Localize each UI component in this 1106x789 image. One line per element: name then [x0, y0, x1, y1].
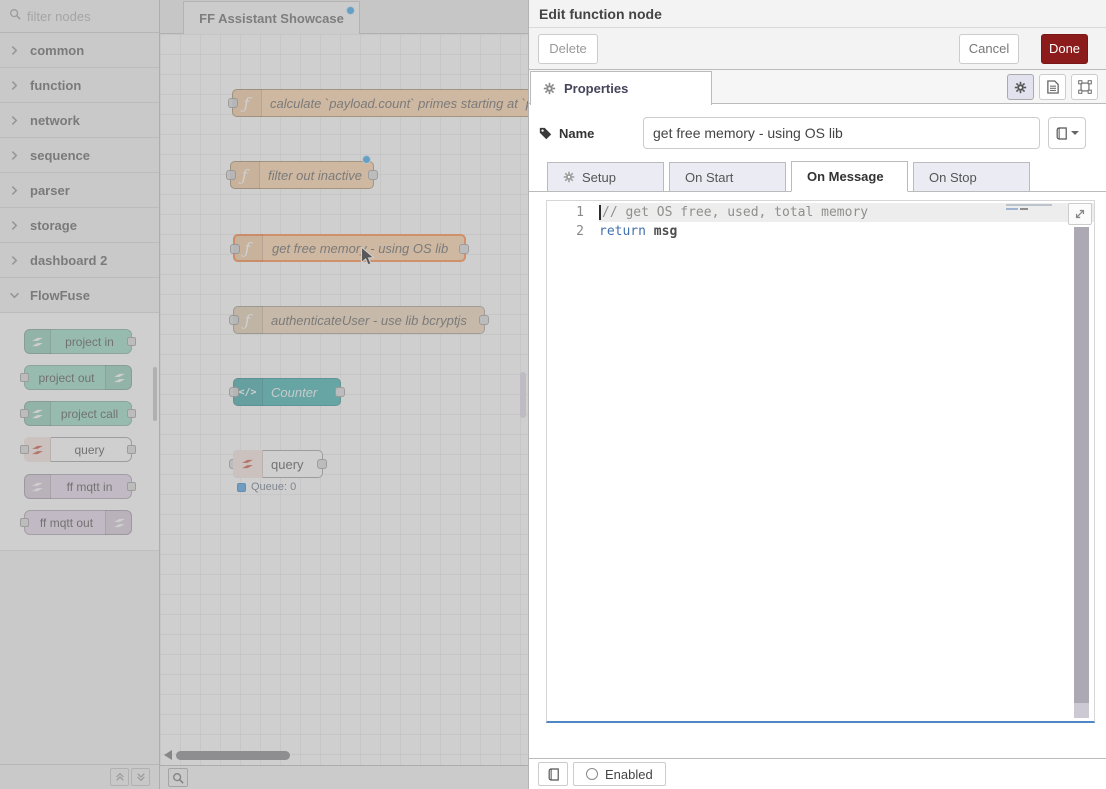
tab-properties[interactable]: Properties — [530, 71, 712, 105]
gear-icon — [543, 82, 556, 95]
tray-title: Edit function node — [529, 0, 1106, 28]
delete-button[interactable]: Delete — [538, 34, 598, 64]
library-export-button[interactable] — [538, 762, 568, 786]
tray-icon-buttons — [1007, 74, 1098, 100]
tab-on-message[interactable]: On Message — [791, 161, 908, 192]
expand-editor-button[interactable] — [1068, 203, 1092, 225]
done-button[interactable]: Done — [1041, 34, 1088, 64]
function-editor-tabs: Setup On Start On Message On Stop — [529, 161, 1106, 192]
editor-scrollbar[interactable] — [1074, 227, 1089, 718]
line-number: 2 — [547, 222, 599, 241]
book-icon — [1056, 127, 1067, 140]
tab-properties-label: Properties — [564, 81, 628, 96]
tab-on-stop-label: On Stop — [929, 170, 977, 185]
text-cursor — [599, 205, 601, 220]
properties-view-button[interactable] — [1007, 74, 1034, 100]
name-row: Name — [539, 117, 1086, 149]
caret-down-icon — [1071, 131, 1079, 135]
tab-on-start[interactable]: On Start — [669, 162, 786, 192]
tab-setup-label: Setup — [582, 170, 616, 185]
tab-on-start-label: On Start — [685, 170, 733, 185]
enabled-label: Enabled — [605, 767, 653, 782]
diagonal-expand-icon — [1074, 208, 1086, 220]
document-icon — [1047, 80, 1059, 94]
enabled-toggle-button[interactable]: Enabled — [573, 762, 666, 786]
tab-on-stop[interactable]: On Stop — [913, 162, 1030, 192]
name-input[interactable] — [643, 117, 1040, 149]
modal-shade-overlay — [0, 0, 528, 789]
gear-icon — [1014, 81, 1027, 94]
description-view-button[interactable] — [1039, 74, 1066, 100]
enabled-status-icon — [586, 768, 598, 780]
tab-on-message-label: On Message — [807, 169, 884, 184]
code-line: 2 return msg — [547, 222, 1094, 241]
tag-icon — [539, 127, 552, 140]
library-button[interactable] — [1048, 117, 1086, 149]
selection-frame-icon — [1078, 80, 1092, 94]
code-keyword: return — [599, 224, 646, 239]
edit-tray: Edit function node Delete Cancel Done Pr… — [528, 0, 1106, 789]
zoom-node-button[interactable] — [1071, 74, 1098, 100]
code-editor[interactable]: 1 // get OS free, used, total memory 2 r… — [546, 200, 1095, 723]
name-label: Name — [539, 126, 635, 141]
tray-tabs-row: Properties — [529, 70, 1106, 104]
editor-minimap[interactable] — [1006, 204, 1062, 214]
gear-icon — [563, 171, 575, 183]
name-label-text: Name — [559, 126, 594, 141]
line-number: 1 — [547, 203, 599, 222]
tray-toolbar: Delete Cancel Done — [529, 28, 1106, 70]
code-variable: msg — [654, 224, 677, 239]
cancel-button[interactable]: Cancel — [959, 34, 1019, 64]
code-comment: // get OS free, used, total memory — [602, 203, 868, 222]
node-red-editor: common function network sequence parser … — [0, 0, 1106, 789]
tray-footer: Enabled — [529, 758, 1106, 789]
book-icon — [548, 768, 559, 781]
tab-setup[interactable]: Setup — [547, 162, 664, 192]
